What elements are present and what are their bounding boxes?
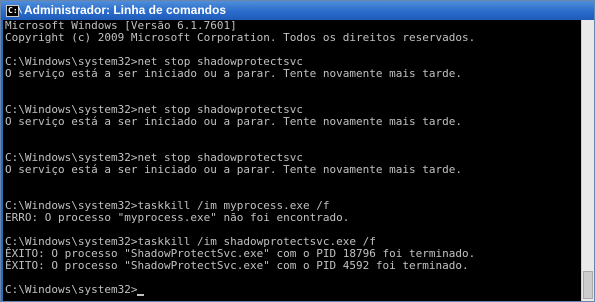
- cmd-icon: C:\: [6, 4, 23, 17]
- prompt-text: C:\Windows\system32>: [5, 283, 138, 296]
- console-line: ERRO: O processo "myprocess.exe" não foi…: [5, 211, 350, 224]
- scrollbar-thumb[interactable]: [583, 271, 593, 299]
- console-line: Copyright (c) 2009 Microsoft Corporation…: [5, 31, 476, 44]
- command-prompt-window: C:\ Administrador: Linha de comandos Mic…: [0, 0, 595, 302]
- prompt-line[interactable]: C:\Windows\system32>: [3, 284, 581, 296]
- title-bar[interactable]: C:\ Administrador: Linha de comandos: [1, 1, 594, 20]
- console-line: ÊXITO: O processo "ShadowProtectSvc.exe"…: [5, 259, 469, 272]
- vertical-scrollbar[interactable]: [581, 20, 594, 301]
- text-cursor: [137, 294, 145, 296]
- console-line: O serviço está a ser iniciado ou a parar…: [5, 67, 462, 80]
- window-title: Administrador: Linha de comandos: [24, 3, 227, 17]
- console-output[interactable]: Microsoft Windows [Versão 6.1.7601] Copy…: [3, 20, 581, 301]
- console-line: O serviço está a ser iniciado ou a parar…: [5, 115, 462, 128]
- console-line: O serviço está a ser iniciado ou a parar…: [5, 163, 462, 176]
